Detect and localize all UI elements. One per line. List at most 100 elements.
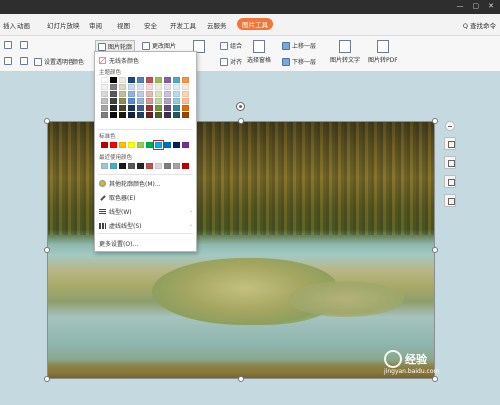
theme-color-swatch[interactable] (182, 84, 189, 90)
standard-color-swatch[interactable] (153, 140, 164, 150)
align-button[interactable]: 对齐 (220, 57, 242, 66)
theme-color-swatch[interactable] (101, 77, 108, 83)
resize-handle-t[interactable] (238, 118, 244, 124)
resize-handle-tr[interactable] (432, 118, 438, 124)
theme-color-swatch[interactable] (128, 98, 135, 104)
theme-color-swatch[interactable] (137, 77, 144, 83)
resize-handle-b[interactable] (238, 376, 244, 382)
tab-slideshow[interactable]: 幻灯片放映 (47, 20, 80, 30)
theme-color-swatch[interactable] (164, 98, 171, 104)
theme-color-swatch[interactable] (101, 112, 108, 118)
theme-color-swatch[interactable] (173, 77, 180, 83)
theme-color-swatch[interactable] (101, 98, 108, 104)
tab-review[interactable]: 审阅 (89, 20, 102, 30)
resize-handle-r[interactable] (432, 247, 438, 253)
theme-color-swatch[interactable] (173, 91, 180, 97)
recent-color-swatch[interactable] (146, 163, 153, 169)
recent-color-swatch[interactable] (137, 163, 144, 169)
standard-color-swatch[interactable] (182, 142, 189, 148)
standard-color-swatch[interactable] (173, 142, 180, 148)
theme-color-swatch[interactable] (182, 91, 189, 97)
theme-color-swatch[interactable] (164, 84, 171, 90)
theme-color-swatch[interactable] (101, 84, 108, 90)
theme-color-swatch[interactable] (155, 77, 162, 83)
more-settings-item[interactable]: 更多设置(O)... (95, 239, 196, 248)
theme-color-swatch[interactable] (101, 91, 108, 97)
line-style-item[interactable]: 线型(W) › (95, 207, 196, 216)
theme-color-swatch[interactable] (110, 105, 117, 111)
resize-handle-tl[interactable] (44, 118, 50, 124)
theme-color-swatch[interactable] (173, 84, 180, 90)
standard-color-swatch[interactable] (119, 142, 126, 148)
theme-color-swatch[interactable] (137, 105, 144, 111)
recent-color-swatch[interactable] (119, 163, 126, 169)
theme-color-swatch[interactable] (155, 98, 162, 104)
dash-style-item[interactable]: 虚线线型(S) › (95, 221, 196, 230)
theme-color-swatch[interactable] (146, 98, 153, 104)
theme-color-swatch[interactable] (101, 105, 108, 111)
theme-color-swatch[interactable] (119, 98, 126, 104)
theme-color-swatch[interactable] (146, 91, 153, 97)
tab-developer[interactable]: 开发工具 (170, 20, 196, 30)
pic-to-pdf-button[interactable]: 图片转PDF (368, 40, 398, 64)
layers-icon[interactable] (444, 137, 456, 150)
theme-color-swatch[interactable] (155, 105, 162, 111)
theme-color-swatch[interactable] (119, 105, 126, 111)
tab-insert[interactable]: 插入 (3, 20, 16, 30)
tab-picture-tools[interactable]: 图片工具 (237, 18, 273, 30)
theme-color-swatch[interactable] (164, 91, 171, 97)
tab-view[interactable]: 视图 (117, 20, 130, 30)
change-picture-button[interactable]: 更改图片 (142, 41, 176, 50)
theme-color-swatch[interactable] (137, 91, 144, 97)
standard-color-swatch[interactable] (146, 142, 153, 148)
brightness-button[interactable] (20, 41, 28, 49)
resize-handle-bl[interactable] (44, 376, 50, 382)
recent-color-swatch[interactable] (182, 163, 189, 169)
theme-color-swatch[interactable] (137, 84, 144, 90)
bring-forward-button[interactable]: 上移一层 (282, 41, 316, 50)
theme-color-swatch[interactable] (119, 112, 126, 118)
zoom-icon[interactable] (444, 175, 456, 188)
edit-icon[interactable] (444, 194, 456, 207)
crop-button[interactable] (4, 41, 12, 49)
tab-animation[interactable]: 动画 (17, 20, 30, 30)
theme-color-swatch[interactable] (110, 91, 117, 97)
tab-security[interactable]: 安全 (144, 20, 157, 30)
search-command[interactable]: Q 查找命令 (463, 20, 496, 30)
theme-color-swatch[interactable] (155, 84, 162, 90)
theme-color-swatch[interactable] (137, 112, 144, 118)
resize-handle-l[interactable] (44, 247, 50, 253)
rotate-handle-icon[interactable] (236, 102, 245, 111)
reset-button[interactable] (20, 57, 28, 65)
recent-color-swatch[interactable] (110, 163, 117, 169)
recent-color-swatch[interactable] (164, 163, 171, 169)
theme-color-swatch[interactable] (182, 105, 189, 111)
recent-color-swatch[interactable] (128, 163, 135, 169)
no-line-color-item[interactable]: 无线条颜色 (95, 56, 196, 65)
theme-color-swatch[interactable] (173, 105, 180, 111)
minimize-icon[interactable]: — (457, 2, 464, 10)
theme-color-swatch[interactable] (128, 112, 135, 118)
theme-color-swatch[interactable] (182, 98, 189, 104)
standard-color-swatch[interactable] (101, 142, 108, 148)
theme-color-swatch[interactable] (164, 77, 171, 83)
theme-color-swatch[interactable] (146, 112, 153, 118)
theme-color-swatch[interactable] (182, 77, 189, 83)
close-icon[interactable]: ✕ (488, 2, 494, 10)
standard-color-swatch[interactable] (164, 142, 171, 148)
theme-color-swatch[interactable] (146, 77, 153, 83)
theme-color-swatch[interactable] (146, 84, 153, 90)
standard-color-swatch[interactable] (110, 142, 117, 148)
theme-color-swatch[interactable] (119, 91, 126, 97)
color-button[interactable]: 颜色 (72, 57, 84, 66)
theme-color-swatch[interactable] (110, 112, 117, 118)
recent-color-swatch[interactable] (101, 163, 108, 169)
eyedropper-item[interactable]: 取色器(E) (95, 193, 196, 202)
theme-color-swatch[interactable] (119, 77, 126, 83)
theme-color-swatch[interactable] (128, 77, 135, 83)
theme-color-swatch[interactable] (155, 91, 162, 97)
theme-color-swatch[interactable] (155, 112, 162, 118)
theme-color-swatch[interactable] (137, 98, 144, 104)
send-backward-button[interactable]: 下移一层 (282, 57, 316, 66)
theme-color-swatch[interactable] (128, 91, 135, 97)
